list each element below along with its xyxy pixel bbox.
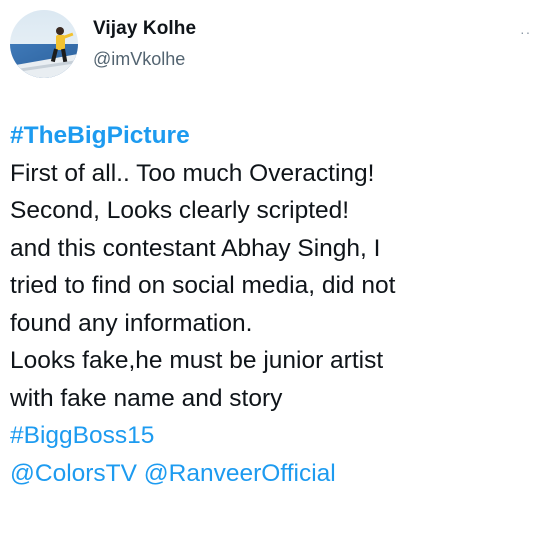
author-name[interactable]: Vijay Kolhe xyxy=(93,18,196,40)
mentions-line: @ColorsTV @RanveerOfficial xyxy=(10,455,538,493)
tweet-line: with fake name and story xyxy=(10,384,283,412)
profile-photo-icon xyxy=(10,10,78,78)
mention-link-colorstv[interactable]: @ColorsTV xyxy=(10,460,137,487)
hashtag-link[interactable]: #BiggBoss15 xyxy=(10,417,538,455)
tweet-line: Looks fake,he must be junior artist xyxy=(10,347,384,374)
hashtag-title-link[interactable]: #TheBigPicture xyxy=(10,117,538,155)
tweet-text: #TheBigPicture First of all.. Too much O… xyxy=(10,117,538,492)
tweet-line: Second, Looks clearly scripted! xyxy=(10,197,350,224)
author-avatar[interactable] xyxy=(10,10,78,78)
tweet-line: and this contestant Abhay Singh, I xyxy=(10,234,381,262)
tweet-line: First of all.. Too much Overacting! xyxy=(10,159,375,187)
tweet-line: found any information. xyxy=(10,309,253,337)
tweet-line: tried to find on social media, did not xyxy=(10,272,396,299)
tweet-card: Vijay Kolhe @imVkolhe ·· #TheBigPicture … xyxy=(0,0,548,559)
author-handle[interactable]: @imVkolhe xyxy=(93,49,185,70)
mention-link-ranveerofficial[interactable]: @RanveerOfficial xyxy=(144,460,336,487)
more-dots-icon[interactable]: ·· xyxy=(520,24,531,40)
